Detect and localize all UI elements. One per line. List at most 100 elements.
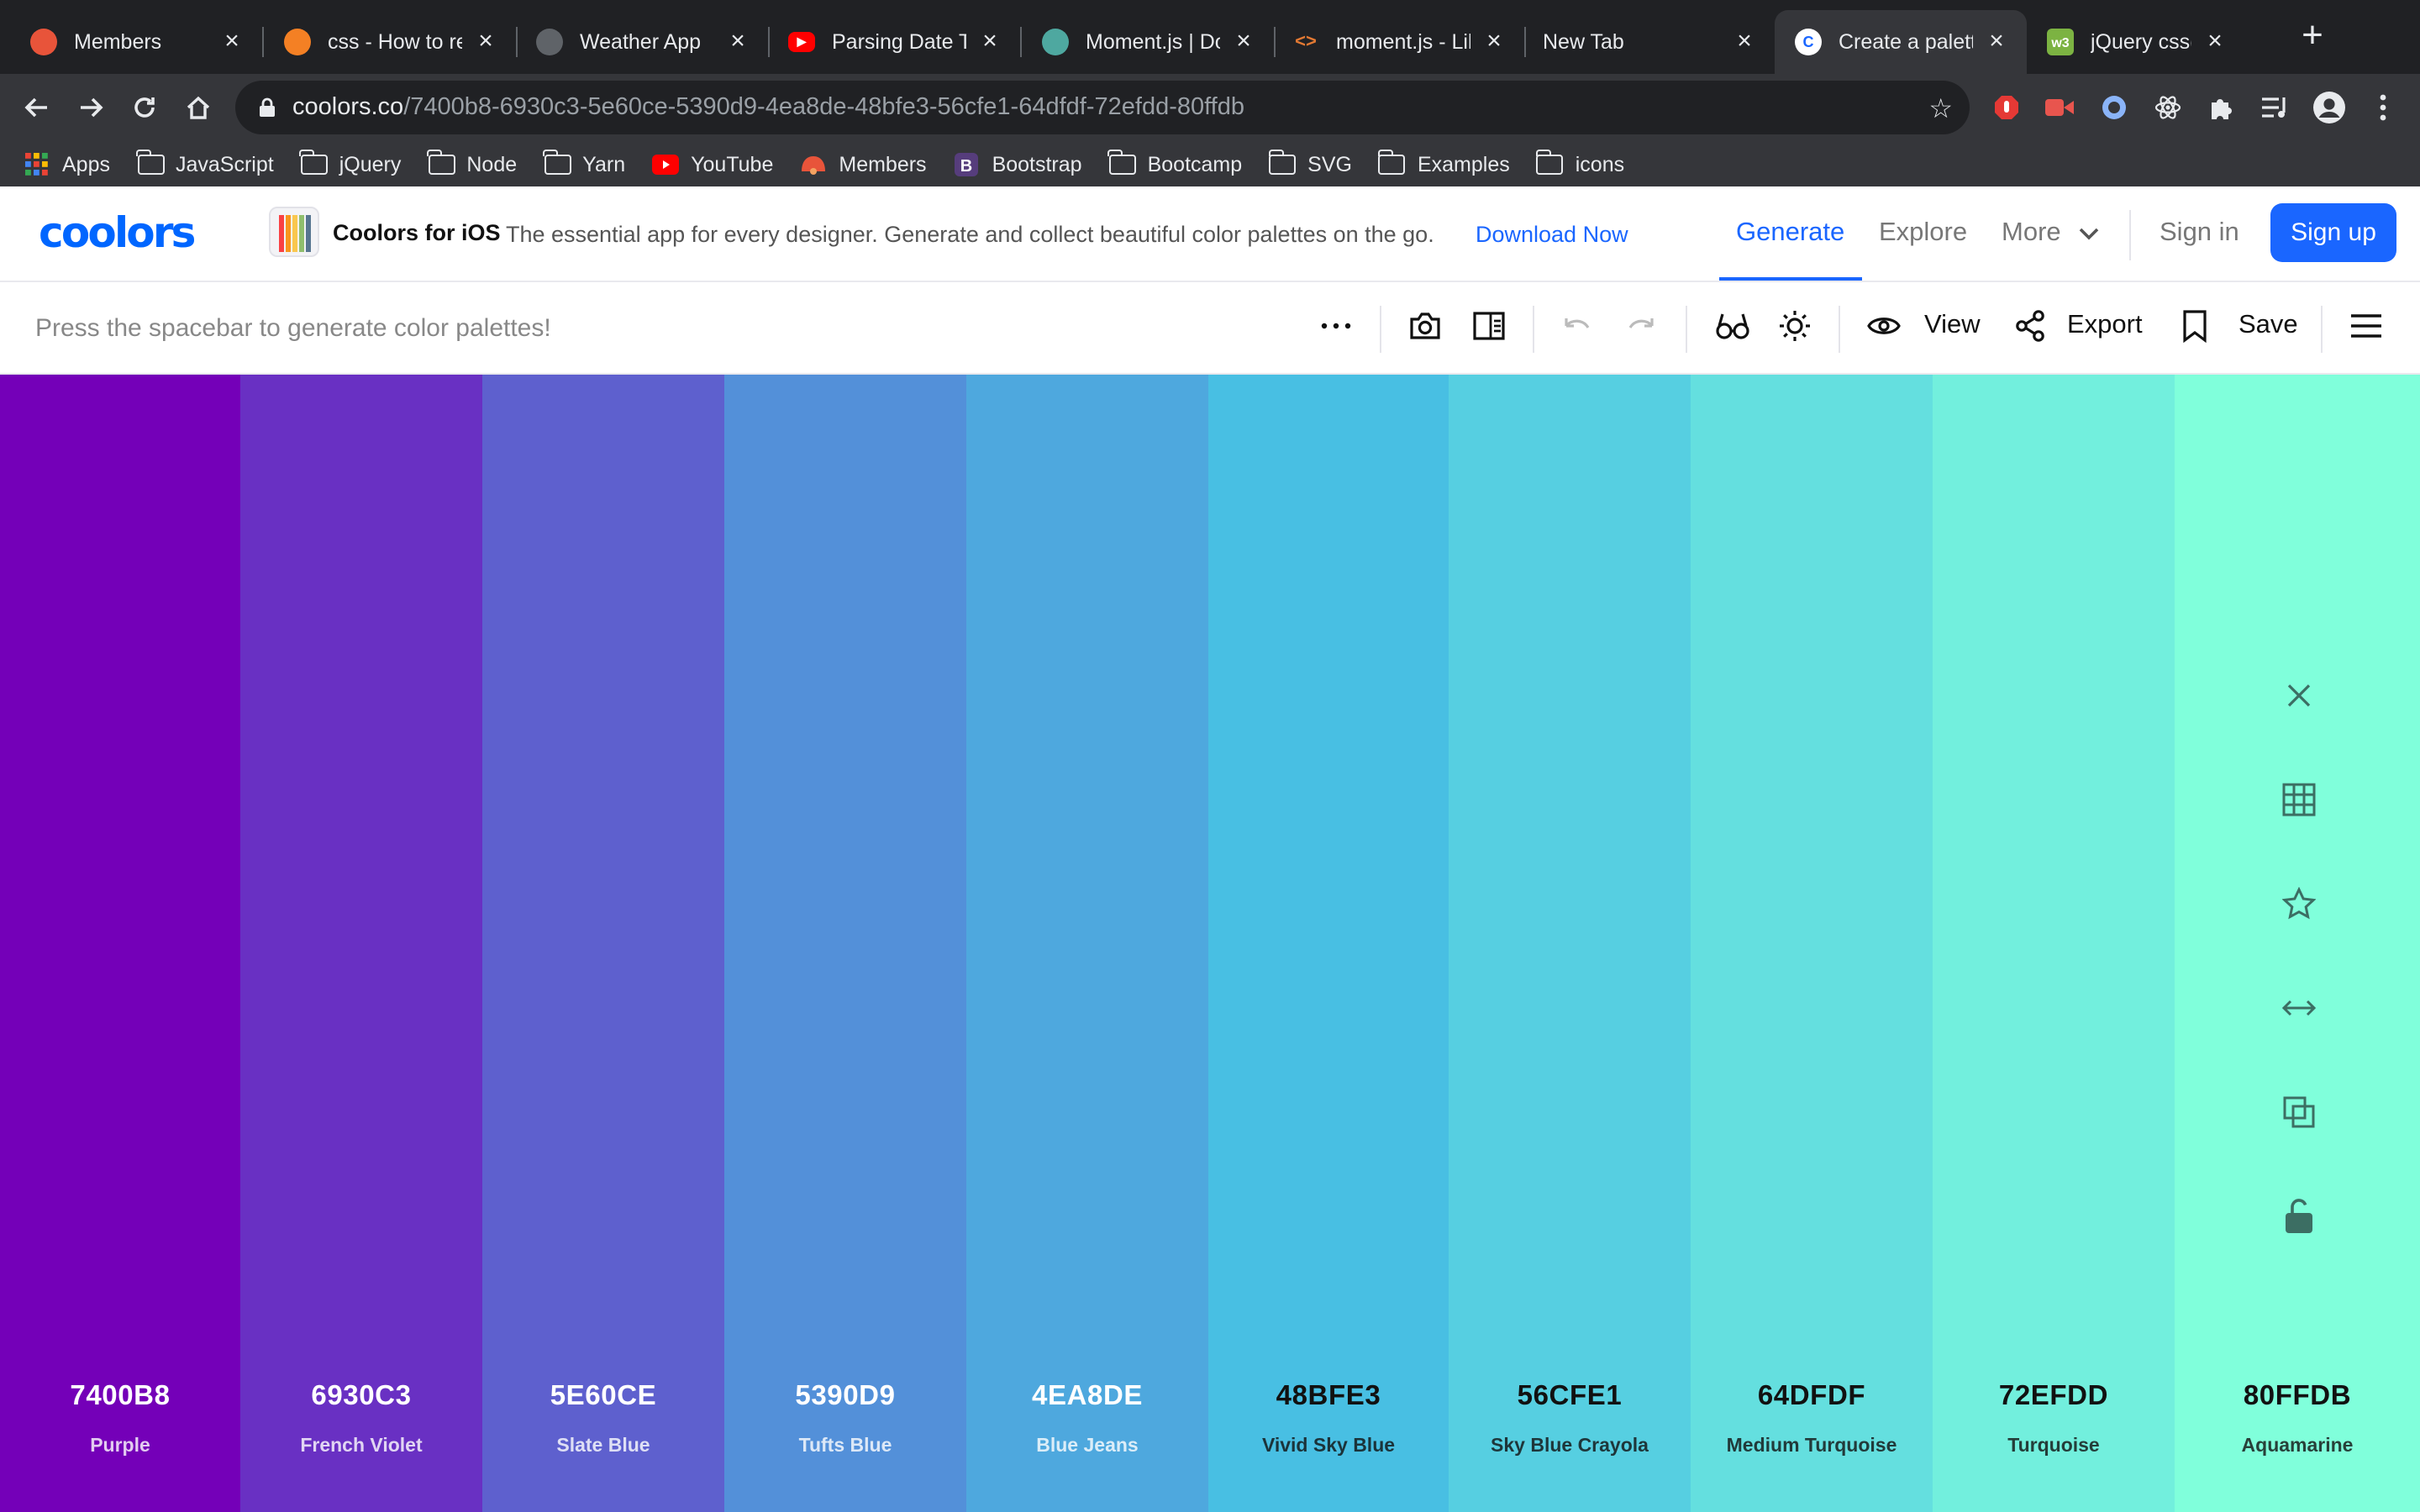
tab-close-icon[interactable]: × xyxy=(1731,28,1758,55)
swatch-hex-code[interactable]: 5E60CE xyxy=(482,1381,724,1413)
nav-explore[interactable]: Explore xyxy=(1879,218,1967,249)
swatch-color-name[interactable]: Tufts Blue xyxy=(724,1436,966,1457)
view-button[interactable]: View xyxy=(1867,306,1981,346)
tab-close-icon[interactable]: × xyxy=(1983,28,2010,55)
color-swatch[interactable]: 7400B8 Purple xyxy=(0,375,240,1512)
swatch-hex-code[interactable]: 7400B8 xyxy=(0,1381,240,1413)
swatch-color-name[interactable]: Medium Turquoise xyxy=(1691,1436,1933,1457)
copy-icon[interactable] xyxy=(2274,1087,2324,1137)
nav-generate[interactable]: Generate xyxy=(1736,218,1844,249)
profile-avatar-icon[interactable] xyxy=(2312,91,2346,124)
save-button[interactable]: Save xyxy=(2181,306,2298,346)
address-bar[interactable]: coolors.co/7400b8-6930c3-5e60ce-5390d9-4… xyxy=(235,81,1970,134)
tab-close-icon[interactable]: × xyxy=(1481,28,1507,55)
screencast-extension-icon[interactable] xyxy=(2044,91,2077,124)
color-swatch[interactable]: 5E60CE Slate Blue xyxy=(482,375,724,1512)
bookmark-item[interactable]: YouTube xyxy=(652,152,773,176)
back-button[interactable] xyxy=(17,87,57,128)
bookmark-item[interactable]: Bootcamp xyxy=(1107,149,1242,176)
bookmark-item[interactable]: B Bootstrap xyxy=(954,152,1082,176)
palette-panel-button[interactable] xyxy=(1472,306,1506,346)
nav-more[interactable]: More xyxy=(2002,218,2098,249)
swatch-hex-code[interactable]: 64DFDF xyxy=(1691,1381,1933,1413)
swatch-color-name[interactable]: French Violet xyxy=(240,1436,482,1457)
color-swatch[interactable]: 56CFE1 Sky Blue Crayola xyxy=(1449,375,1691,1512)
bookmark-item[interactable]: icons xyxy=(1535,149,1624,176)
bookmark-item[interactable]: JavaScript xyxy=(136,149,274,176)
star-icon[interactable] xyxy=(2274,879,2324,929)
swatch-color-name[interactable]: Aquamarine xyxy=(2175,1436,2420,1457)
color-swatch[interactable]: 48BFE3 Vivid Sky Blue xyxy=(1208,375,1449,1512)
tab-close-icon[interactable]: × xyxy=(976,28,1003,55)
close-icon[interactable] xyxy=(2274,670,2324,721)
sign-up-button[interactable]: Sign up xyxy=(2270,203,2396,262)
extensions-puzzle-icon[interactable] xyxy=(2205,91,2238,124)
tab-close-icon[interactable]: × xyxy=(218,28,245,55)
bookmark-item[interactable]: Members xyxy=(800,152,927,176)
swatch-hex-code[interactable]: 80FFDB xyxy=(2175,1381,2420,1413)
grid-icon[interactable] xyxy=(2274,774,2324,825)
tab-close-icon[interactable]: × xyxy=(472,28,499,55)
tab-close-icon[interactable]: × xyxy=(1230,28,1257,55)
bookmark-item[interactable]: Apps xyxy=(24,152,110,176)
swatch-hex-code[interactable]: 48BFE3 xyxy=(1208,1381,1449,1413)
bookmark-item[interactable]: jQuery xyxy=(299,149,401,176)
browser-tab[interactable]: css - How to re × xyxy=(264,10,518,74)
react-devtools-icon[interactable] xyxy=(2151,91,2185,124)
swatch-tools xyxy=(2274,670,2324,1295)
bookmark-label: SVG xyxy=(1307,152,1352,176)
coolors-logo[interactable]: coolors xyxy=(39,208,196,257)
browser-tab[interactable]: New Tab × xyxy=(1523,10,1775,74)
home-button[interactable] xyxy=(178,87,218,128)
swatch-color-name[interactable]: Blue Jeans xyxy=(966,1436,1208,1457)
undo-button[interactable] xyxy=(1560,306,1593,346)
color-swatch[interactable]: 64DFDF Medium Turquoise xyxy=(1691,375,1933,1512)
drag-arrows-icon[interactable] xyxy=(2274,983,2324,1033)
swatch-hex-code[interactable]: 72EFDD xyxy=(1933,1381,2175,1413)
more-options-button[interactable] xyxy=(1321,306,1351,346)
swatch-hex-code[interactable]: 56CFE1 xyxy=(1449,1381,1691,1413)
swatch-color-name[interactable]: Sky Blue Crayola xyxy=(1449,1436,1691,1457)
forward-button[interactable] xyxy=(71,87,111,128)
adjust-palette-button[interactable] xyxy=(1778,306,1812,346)
swatch-hex-code[interactable]: 4EA8DE xyxy=(966,1381,1208,1413)
tab-close-icon[interactable]: × xyxy=(724,28,751,55)
browser-tab[interactable]: C Create a palett × xyxy=(1775,10,2027,74)
bookmark-item[interactable]: SVG xyxy=(1268,149,1352,176)
swatch-color-name[interactable]: Turquoise xyxy=(1933,1436,2175,1457)
sign-in-link[interactable]: Sign in xyxy=(2160,218,2239,249)
new-tab-button[interactable]: + xyxy=(2292,16,2333,57)
tab-close-icon[interactable]: × xyxy=(2202,28,2228,55)
color-blindness-button[interactable] xyxy=(1714,306,1751,346)
reading-list-icon[interactable] xyxy=(2259,91,2292,124)
bookmark-item[interactable]: Node xyxy=(427,149,517,176)
chrome-menu-icon[interactable] xyxy=(2366,91,2400,124)
browser-tab[interactable]: <> moment.js - Lil × xyxy=(1272,10,1526,74)
screenshot-button[interactable] xyxy=(1408,306,1442,346)
redo-button[interactable] xyxy=(1625,306,1659,346)
lock-icon[interactable] xyxy=(2274,1191,2324,1242)
adblock-extension-icon[interactable] xyxy=(1990,91,2023,124)
swatch-hex-code[interactable]: 6930C3 xyxy=(240,1381,482,1413)
swatch-color-name[interactable]: Vivid Sky Blue xyxy=(1208,1436,1449,1457)
bookmark-star-icon[interactable]: ☆ xyxy=(1928,92,1953,126)
browser-tab[interactable]: Weather App × xyxy=(516,10,770,74)
vpn-extension-icon[interactable] xyxy=(2097,91,2131,124)
download-now-link[interactable]: Download Now xyxy=(1476,222,1628,247)
bookmark-item[interactable]: Examples xyxy=(1377,149,1510,176)
color-swatch[interactable]: 72EFDD Turquoise xyxy=(1933,375,2175,1512)
browser-tab[interactable]: Moment.js | Do × xyxy=(1022,10,1276,74)
swatch-color-name[interactable]: Slate Blue xyxy=(482,1436,724,1457)
main-menu-button[interactable] xyxy=(2349,306,2383,346)
export-button[interactable]: Export xyxy=(2013,306,2143,346)
color-swatch[interactable]: 5390D9 Tufts Blue xyxy=(724,375,966,1512)
browser-tab[interactable]: ▶ Parsing Date Ti × xyxy=(768,10,1022,74)
swatch-color-name[interactable]: Purple xyxy=(0,1436,240,1457)
bookmark-item[interactable]: Yarn xyxy=(543,149,625,176)
color-swatch[interactable]: 6930C3 French Violet xyxy=(240,375,482,1512)
swatch-hex-code[interactable]: 5390D9 xyxy=(724,1381,966,1413)
browser-tab[interactable]: w3 jQuery css() M × xyxy=(2027,10,2245,74)
reload-button[interactable] xyxy=(124,87,165,128)
color-swatch[interactable]: 4EA8DE Blue Jeans xyxy=(966,375,1208,1512)
browser-tab[interactable]: Members × xyxy=(10,10,264,74)
